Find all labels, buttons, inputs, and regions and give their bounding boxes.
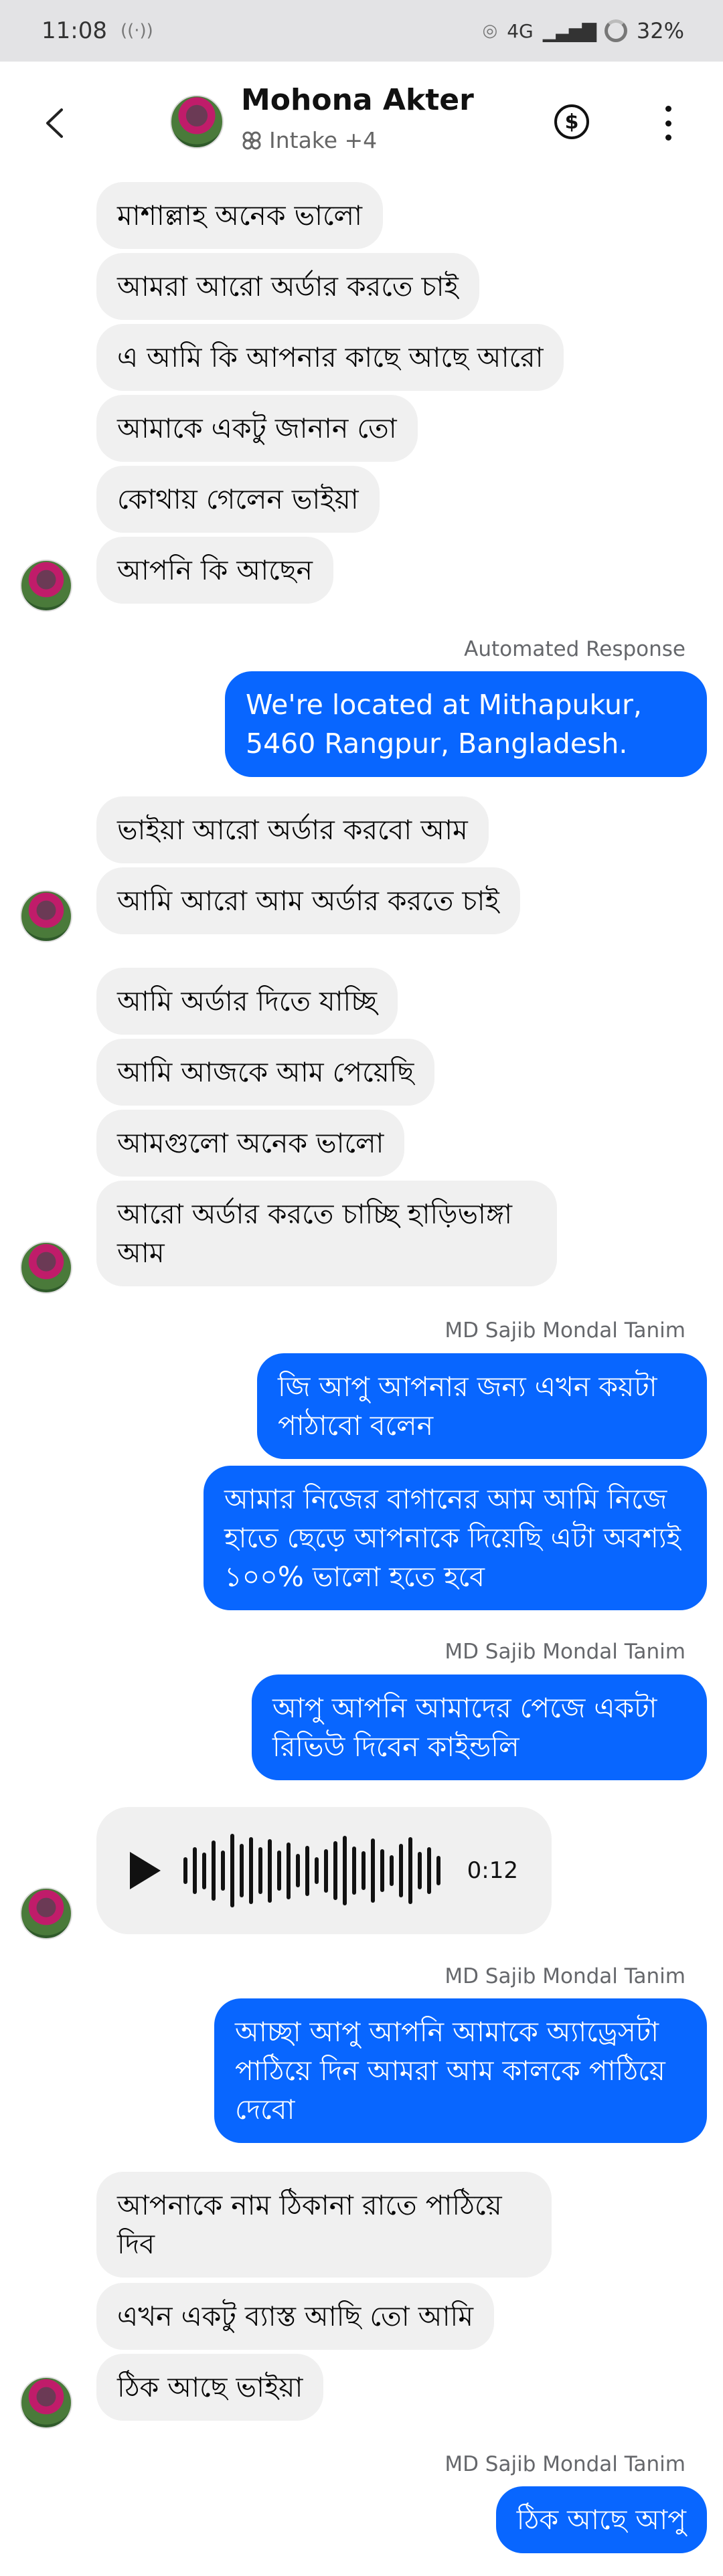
waveform-bar xyxy=(352,1847,356,1895)
waveform-bar xyxy=(436,1856,440,1885)
waveform-bar xyxy=(408,1837,412,1904)
incoming-message[interactable]: আমি আরো আম অর্ডার করতে চাই xyxy=(96,867,520,934)
incoming-message[interactable]: আমি অর্ডার দিতে যাচ্ছি xyxy=(96,968,398,1035)
automated-response-label: Automated Response xyxy=(464,637,686,661)
more-vertical-icon xyxy=(665,106,671,112)
incoming-message[interactable]: মাশাল্লাহ অনেক ভালো xyxy=(96,182,383,249)
sender-avatar[interactable] xyxy=(20,560,72,612)
waveform-bar xyxy=(333,1841,337,1900)
waveform-bar xyxy=(324,1849,328,1893)
more-dot xyxy=(665,135,671,141)
waveform-bar xyxy=(343,1836,347,1905)
waveform-bar xyxy=(427,1847,431,1894)
incoming-message[interactable]: আপনি কি আছেন xyxy=(96,537,333,604)
sender-label: MD Sajib Mondal Tanim xyxy=(445,1318,686,1343)
sender-label: MD Sajib Mondal Tanim xyxy=(445,2452,686,2476)
waveform-bar xyxy=(212,1840,216,1901)
waveform-bar xyxy=(258,1847,262,1894)
outgoing-message[interactable]: আচ্ছা আপু আপনি আমাকে অ্যাড্রেসটা পাঠিয়ে… xyxy=(214,1998,707,2143)
waveform-bar xyxy=(240,1844,244,1897)
waveform-bar xyxy=(193,1847,197,1894)
incoming-message[interactable]: আমরা আরো অর্ডার করতে চাই xyxy=(96,253,479,320)
waveform-bar xyxy=(296,1854,300,1887)
contact-name[interactable]: Mohona Akter xyxy=(241,83,474,117)
intake-icon xyxy=(242,131,261,149)
contact-avatar[interactable] xyxy=(170,95,224,149)
network-label: 4G xyxy=(507,19,534,42)
incoming-message[interactable]: এখন একটু ব্যাস্ত আছি তো আমি xyxy=(96,2283,495,2350)
waveform-bar xyxy=(287,1842,291,1899)
more-dot xyxy=(665,120,671,126)
dollar-icon: $ xyxy=(564,110,579,134)
contact-subtitle-text: Intake +4 xyxy=(269,127,378,153)
sender-avatar[interactable] xyxy=(20,2377,72,2429)
back-button[interactable] xyxy=(37,103,71,143)
play-icon[interactable] xyxy=(130,1852,161,1889)
incoming-message[interactable]: এ আমি কি আপনার কাছে আছে আরো xyxy=(96,324,564,391)
status-bar: 11:08 ((·)) ◎ 4G ▁▃▅▇ 32% xyxy=(0,0,723,62)
battery-ring-icon xyxy=(604,19,627,42)
waveform-bar xyxy=(362,1851,366,1890)
waveform-bar xyxy=(277,1851,281,1891)
waveform-bar xyxy=(371,1838,375,1903)
sender-label: MD Sajib Mondal Tanim xyxy=(445,1964,686,1988)
incoming-message[interactable]: আপনাকে নাম ঠিকানা রাতে পাঠিয়ে দিব xyxy=(96,2172,552,2278)
sender-avatar[interactable] xyxy=(20,1887,72,1940)
waveform-bar xyxy=(268,1838,272,1903)
waveform-bar xyxy=(418,1852,422,1889)
outgoing-message[interactable]: জি আপু আপনার জন্য এখন কয়টা পাঠাবো বলেন xyxy=(257,1353,707,1459)
voice-duration: 0:12 xyxy=(467,1857,518,1884)
incoming-message[interactable]: ভাইয়া আরো অর্ডার করবো আম xyxy=(96,796,489,863)
waveform-bar xyxy=(380,1849,384,1892)
more-options-button[interactable] xyxy=(655,106,681,141)
signal-bars-icon: ▁▃▅▇ xyxy=(542,19,596,42)
waveform-bar xyxy=(249,1837,253,1904)
waveform-bar xyxy=(202,1852,206,1889)
signal-activity-icon: ((·)) xyxy=(120,21,153,41)
waveform-bar xyxy=(315,1857,319,1884)
hotspot-icon: ◎ xyxy=(482,21,498,41)
battery-percent: 32% xyxy=(636,18,684,44)
incoming-message[interactable]: আমগুলো অনেক ভালো xyxy=(96,1110,405,1177)
contact-subtitle[interactable]: Intake +4 xyxy=(241,127,377,153)
outgoing-message[interactable]: আপু আপনি আমাদের পেজে একটা রিভিউ দিবেন কা… xyxy=(252,1675,707,1780)
waveform-bar xyxy=(183,1857,187,1884)
sender-avatar[interactable] xyxy=(20,890,72,942)
waveform-icon xyxy=(183,1830,440,1911)
incoming-message[interactable]: আমি আজকে আম পেয়েছি xyxy=(96,1039,435,1106)
sender-label: MD Sajib Mondal Tanim xyxy=(445,1640,686,1664)
back-chevron-icon xyxy=(46,108,63,138)
voice-message[interactable]: 0:12 xyxy=(96,1807,552,1934)
chat-header: Mohona Akter Intake +4 $ xyxy=(0,62,723,182)
outgoing-message[interactable]: আমার নিজের বাগানের আম আমি নিজে হাতে ছেড়… xyxy=(204,1466,707,1610)
incoming-message[interactable]: আরো অর্ডার করতে চাচ্ছি হাড়িভাঙ্গা আম xyxy=(96,1181,557,1286)
outgoing-message[interactable]: ঠিক আছে আপু xyxy=(495,2486,707,2553)
waveform-bar xyxy=(390,1855,394,1886)
incoming-message[interactable]: আমাকে একটু জানান তো xyxy=(96,395,418,462)
status-time: 11:08 xyxy=(42,17,107,44)
outgoing-message[interactable]: We're located at Mithapukur, 5460 Rangpu… xyxy=(225,671,707,777)
sender-avatar[interactable] xyxy=(20,1241,72,1294)
waveform-bar xyxy=(221,1851,225,1891)
waveform-bar xyxy=(305,1845,309,1896)
waveform-bar xyxy=(230,1834,234,1907)
waveform-bar xyxy=(399,1844,403,1897)
incoming-message[interactable]: ঠিক আছে ভাইয়া xyxy=(96,2354,324,2421)
incoming-message[interactable]: কোথায় গেলেন ভাইয়া xyxy=(96,466,380,533)
payment-button[interactable]: $ xyxy=(554,104,589,139)
